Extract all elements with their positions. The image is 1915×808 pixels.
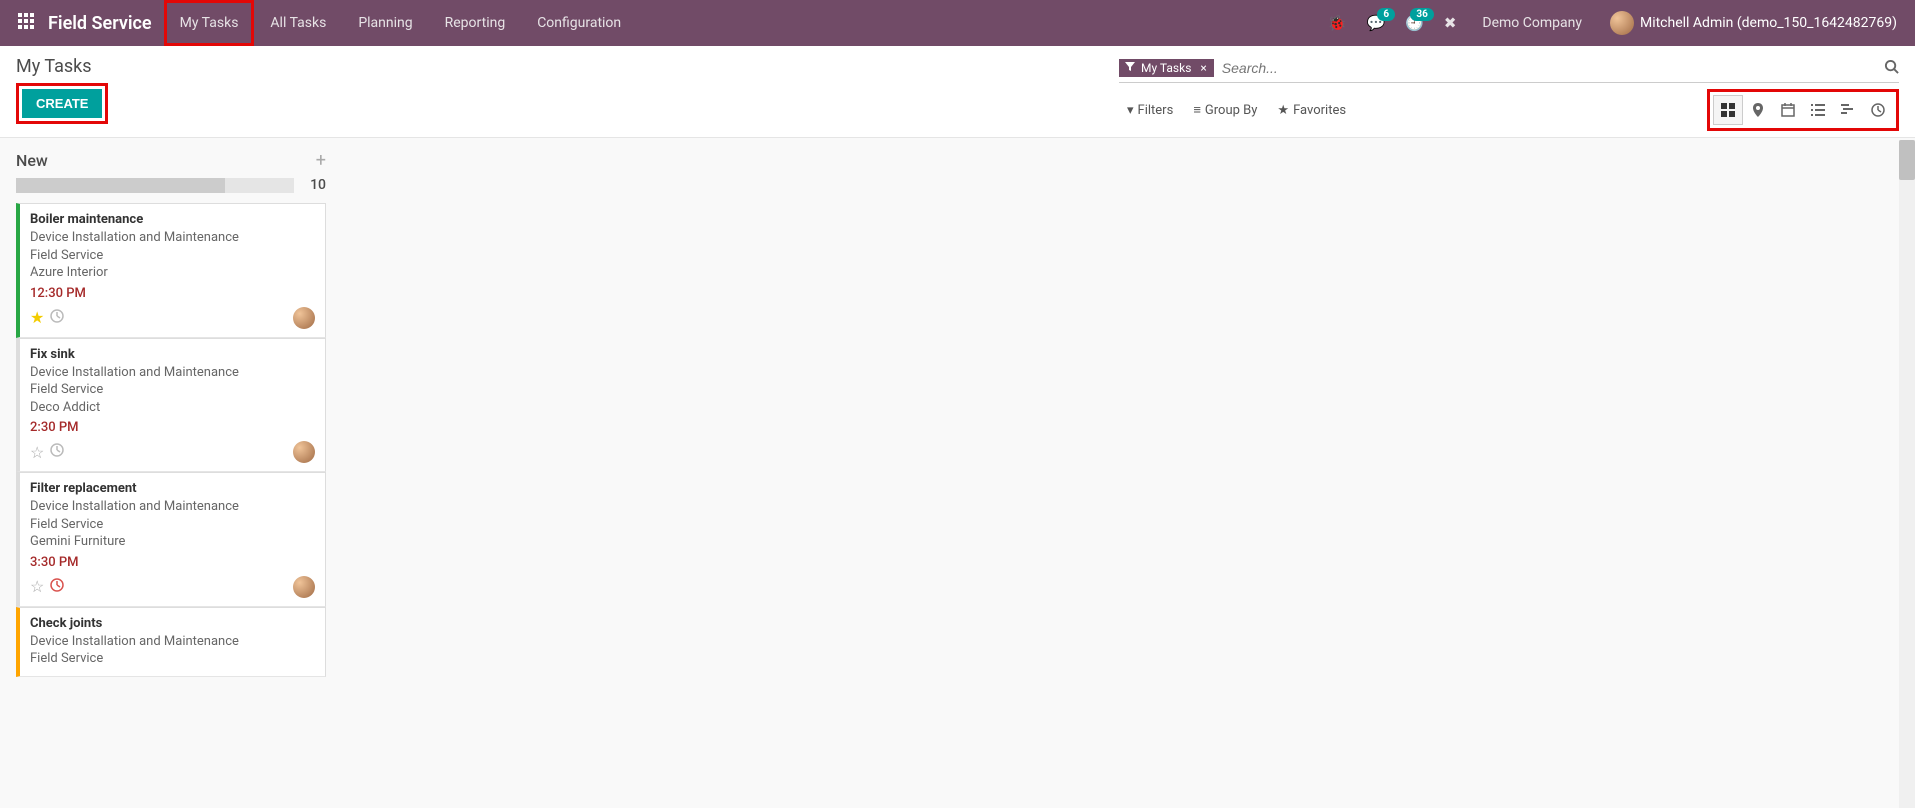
nav-item-reporting[interactable]: Reporting: [429, 0, 522, 46]
create-button[interactable]: CREATE: [22, 89, 102, 118]
card-customer: Gemini Furniture: [30, 533, 315, 551]
kanban-card[interactable]: Boiler maintenance Device Installation a…: [16, 203, 326, 338]
funnel-icon: ▾: [1127, 103, 1134, 118]
card-project: Device Installation and Maintenance: [30, 229, 315, 247]
favorites-button[interactable]: ★Favorites: [1277, 102, 1346, 118]
assignee-avatar[interactable]: [293, 441, 315, 463]
card-project: Device Installation and Maintenance: [30, 498, 315, 516]
priority-star[interactable]: ☆: [30, 577, 44, 596]
activities-icon[interactable]: 🕘36: [1397, 14, 1432, 32]
bug-icon[interactable]: 🐞: [1320, 14, 1355, 32]
card-project: Device Installation and Maintenance: [30, 364, 315, 382]
user-avatar-icon: [1610, 11, 1634, 35]
messages-badge: 6: [1377, 8, 1395, 21]
card-customer: Azure Interior: [30, 264, 315, 282]
card-customer: Deco Addict: [30, 399, 315, 417]
view-gantt-button[interactable]: [1833, 95, 1863, 125]
nav-item-my-tasks[interactable]: My Tasks: [164, 0, 255, 46]
card-title: Check joints: [30, 616, 315, 631]
list-icon: ≡: [1193, 102, 1201, 118]
nav-item-all-tasks[interactable]: All Tasks: [254, 0, 342, 46]
assignee-avatar[interactable]: [293, 576, 315, 598]
view-kanban-button[interactable]: [1713, 95, 1743, 125]
nav-right: 🐞 💬6 🕘36 ✖ Demo Company Mitchell Admin (…: [1320, 11, 1907, 35]
kanban-card[interactable]: Check joints Device Installation and Mai…: [16, 607, 326, 677]
card-team: Field Service: [30, 516, 315, 534]
clock-icon[interactable]: [50, 578, 64, 596]
view-switcher-highlight: [1707, 89, 1899, 131]
card-title: Boiler maintenance: [30, 212, 315, 227]
nav-item-planning[interactable]: Planning: [342, 0, 428, 46]
nav-item-configuration[interactable]: Configuration: [521, 0, 637, 46]
breadcrumb: My Tasks: [16, 56, 108, 77]
card-title: Fix sink: [30, 347, 315, 362]
apps-icon[interactable]: [8, 7, 44, 40]
column-title[interactable]: New: [16, 151, 48, 170]
view-map-button[interactable]: [1743, 95, 1773, 125]
company-switcher[interactable]: Demo Company: [1468, 15, 1596, 31]
main-navbar: Field Service My Tasks All Tasks Plannin…: [0, 0, 1915, 46]
card-time: 3:30 PM: [30, 555, 315, 570]
kanban-card[interactable]: Fix sink Device Installation and Mainten…: [16, 338, 326, 473]
search-icon[interactable]: [1884, 59, 1899, 78]
priority-star[interactable]: ★: [30, 308, 44, 327]
kanban-card[interactable]: Filter replacement Device Installation a…: [16, 472, 326, 607]
card-project: Device Installation and Maintenance: [30, 633, 315, 651]
card-team: Field Service: [30, 247, 315, 265]
app-brand[interactable]: Field Service: [44, 13, 164, 34]
facet-label: My Tasks: [1141, 61, 1191, 75]
view-activity-button[interactable]: [1863, 95, 1893, 125]
view-list-button[interactable]: [1803, 95, 1833, 125]
create-button-highlight: CREATE: [16, 83, 108, 124]
assignee-avatar[interactable]: [293, 307, 315, 329]
card-team: Field Service: [30, 650, 315, 668]
funnel-icon: [1125, 61, 1135, 75]
user-name: Mitchell Admin (demo_150_1642482769): [1640, 15, 1897, 31]
scrollbar[interactable]: [1899, 140, 1915, 808]
column-add-button[interactable]: +: [316, 150, 326, 171]
priority-star[interactable]: ☆: [30, 443, 44, 462]
clock-icon[interactable]: [50, 443, 64, 461]
messages-icon[interactable]: 💬6: [1358, 14, 1393, 32]
card-team: Field Service: [30, 381, 315, 399]
user-menu[interactable]: Mitchell Admin (demo_150_1642482769): [1600, 11, 1907, 35]
group-by-button[interactable]: ≡Group By: [1193, 102, 1257, 118]
filters-button[interactable]: ▾Filters: [1127, 102, 1173, 118]
view-calendar-button[interactable]: [1773, 95, 1803, 125]
card-time: 2:30 PM: [30, 420, 315, 435]
column-progress: 10: [16, 177, 326, 193]
column-count: 10: [302, 177, 326, 193]
clock-icon[interactable]: [50, 309, 64, 327]
control-panel: My Tasks CREATE My Tasks × ▾Filters ≡Gro…: [0, 46, 1915, 138]
activities-badge: 36: [1410, 8, 1433, 21]
star-icon: ★: [1277, 103, 1289, 118]
card-time: 12:30 PM: [30, 286, 315, 301]
facet-remove[interactable]: ×: [1197, 61, 1209, 75]
card-title: Filter replacement: [30, 481, 315, 496]
search-facet-my-tasks: My Tasks ×: [1119, 59, 1214, 77]
kanban-column-new: New + 10 Boiler maintenance Device Insta…: [16, 150, 326, 677]
wrench-icon[interactable]: ✖: [1436, 14, 1465, 32]
nav-menu: My Tasks All Tasks Planning Reporting Co…: [164, 0, 638, 46]
search-input[interactable]: [1214, 56, 1884, 80]
kanban-view: New + 10 Boiler maintenance Device Insta…: [0, 138, 1915, 806]
search-bar: My Tasks ×: [1119, 56, 1899, 83]
progress-bar[interactable]: [16, 178, 294, 193]
